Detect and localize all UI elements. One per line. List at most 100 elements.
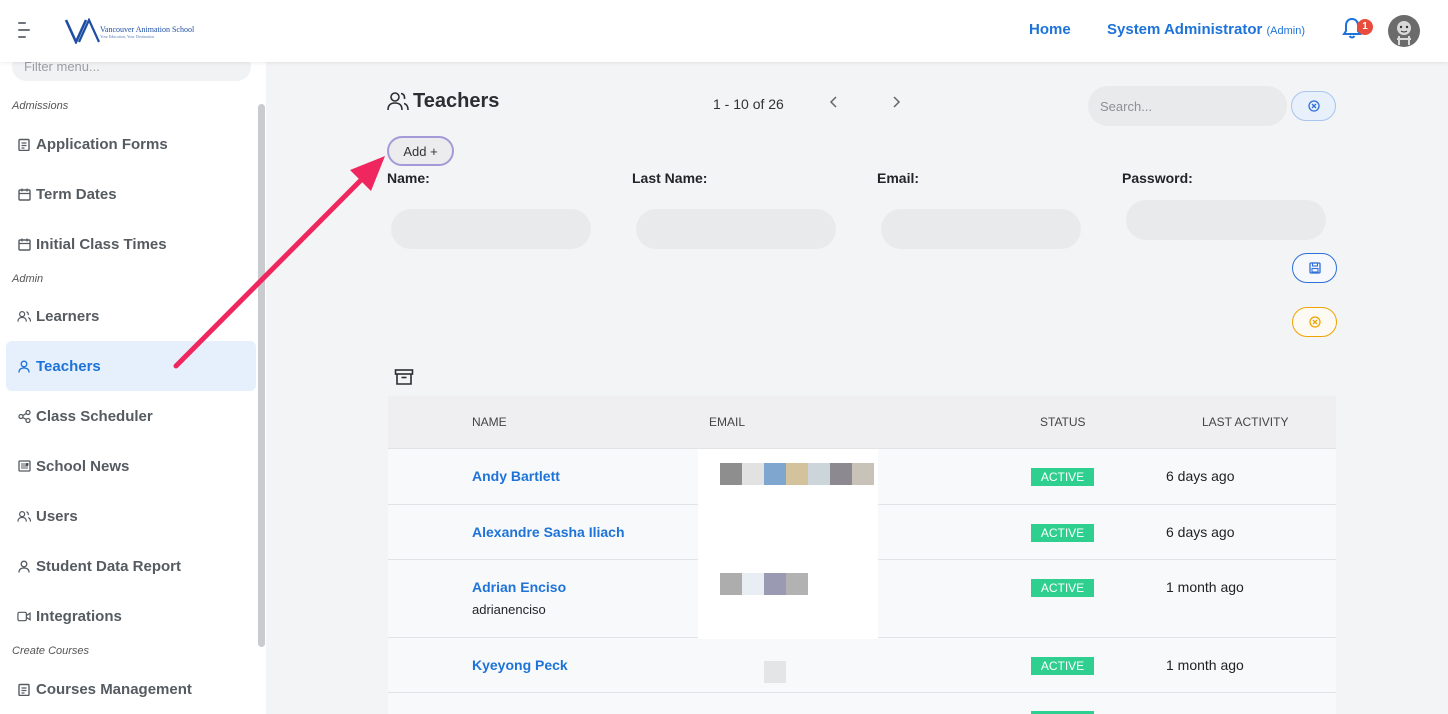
sidebar: Filter menu... Admissions Application Fo… [0, 52, 266, 714]
avatar[interactable] [1388, 15, 1420, 47]
table-row[interactable] [388, 692, 1336, 714]
sidebar-item-student-data-report[interactable]: Student Data Report [6, 541, 256, 591]
pagination-range: 1 - 10 of 26 [713, 96, 784, 112]
sidebar-item-teachers[interactable]: Teachers [6, 341, 256, 391]
status-badge: ACTIVE [1031, 524, 1094, 542]
redacted-email-block [830, 463, 852, 485]
nav-home-link[interactable]: Home [1029, 21, 1071, 38]
notification-badge: 1 [1357, 19, 1373, 35]
section-admin: Admin [12, 273, 44, 285]
last-activity: 6 days ago [1166, 524, 1235, 540]
calendar-icon [17, 237, 31, 251]
user-icon [17, 359, 31, 373]
sidebar-scrollbar[interactable] [258, 104, 265, 647]
sidebar-item-label: Users [36, 507, 78, 525]
email-label: Email: [877, 170, 920, 186]
chevron-right-icon[interactable] [891, 95, 901, 112]
sidebar-item-label: Class Scheduler [36, 407, 153, 425]
redacted-email-block [742, 463, 764, 485]
sidebar-item-initial-class-times[interactable]: Initial Class Times [6, 219, 256, 269]
table-row[interactable]: Kyeyong Peck ACTIVE 1 month ago [388, 637, 1336, 692]
logo-text: Vancouver Animation School [100, 25, 195, 34]
last-name-field[interactable] [636, 209, 836, 249]
sidebar-item-school-news[interactable]: School News [6, 441, 256, 491]
add-teacher-button[interactable]: Add + [387, 136, 454, 166]
last-activity: 1 month ago [1166, 657, 1244, 673]
save-button[interactable] [1292, 253, 1337, 283]
chevron-left-icon[interactable] [829, 95, 839, 112]
calendar-icon [17, 187, 31, 201]
sidebar-item-application-forms[interactable]: Application Forms [6, 119, 256, 169]
status-badge: ACTIVE [1031, 468, 1094, 486]
password-field[interactable] [1126, 200, 1326, 240]
sidebar-item-learners[interactable]: Learners [6, 291, 256, 341]
sidebar-item-label: School News [36, 457, 130, 475]
teacher-name-link[interactable]: Andy Bartlett [472, 468, 560, 484]
status-badge: ACTIVE [1031, 579, 1094, 597]
column-header-email[interactable]: EMAIL [709, 415, 745, 429]
name-label: Name: [387, 170, 430, 186]
section-admissions: Admissions [12, 100, 69, 112]
redacted-email-block [786, 463, 808, 485]
user-name: System Administrator [1107, 21, 1263, 38]
sidebar-item-label: Integrations [36, 607, 122, 625]
column-header-status[interactable]: STATUS [1040, 415, 1086, 429]
sidebar-item-label: Learners [36, 307, 100, 325]
menu-toggle-icon[interactable] [18, 22, 32, 40]
teachers-table: NAME EMAIL STATUS LAST ACTIVITY Andy Bar… [388, 396, 1336, 714]
teacher-name-link[interactable]: Kyeyong Peck [472, 657, 568, 673]
redacted-email-block [742, 573, 764, 595]
top-bar: Vancouver Animation School Your Educatio… [0, 0, 1448, 62]
users-icon [17, 509, 31, 523]
sidebar-item-users[interactable]: Users [6, 491, 256, 541]
teacher-name-link[interactable]: Adrian Enciso [472, 579, 566, 595]
save-icon [1308, 262, 1321, 274]
clipboard-icon [17, 682, 31, 696]
archive-icon[interactable] [394, 368, 414, 386]
sidebar-item-label: Teachers [36, 357, 101, 375]
sidebar-item-label: Courses Management [36, 680, 192, 698]
clear-search-button[interactable] [1291, 91, 1336, 121]
last-activity: 6 days ago [1166, 468, 1235, 484]
redacted-email-block [720, 573, 742, 595]
sidebar-item-label: Application Forms [36, 135, 168, 153]
status-badge: ACTIVE [1031, 657, 1094, 675]
redacted-email-block [720, 463, 742, 485]
search-input[interactable] [1088, 86, 1287, 126]
clipboard-icon [17, 137, 31, 151]
section-create-courses: Create Courses [12, 645, 90, 657]
table-header: NAME EMAIL STATUS LAST ACTIVITY [388, 396, 1336, 448]
redacted-email-block [764, 463, 786, 485]
redacted-email-block [764, 573, 786, 595]
close-circle-icon [1307, 100, 1320, 112]
logo-subtitle: Your Education, Your Destination [100, 34, 155, 39]
close-circle-icon [1308, 316, 1321, 328]
teacher-name-link[interactable]: Alexandre Sasha Iliach [472, 524, 625, 540]
users-icon [17, 309, 31, 323]
user-icon [17, 559, 31, 573]
user-role: (Admin) [1266, 25, 1306, 37]
name-field[interactable] [391, 209, 591, 249]
column-header-last-activity[interactable]: LAST ACTIVITY [1202, 415, 1288, 429]
nav-user-menu[interactable]: System Administrator (Admin) [1107, 21, 1305, 38]
sidebar-item-term-dates[interactable]: Term Dates [6, 169, 256, 219]
newspaper-icon [17, 459, 31, 473]
sidebar-item-label: Initial Class Times [36, 235, 167, 253]
cancel-button[interactable] [1292, 307, 1337, 337]
last-activity: 1 month ago [1166, 579, 1244, 595]
redacted-email-block [808, 463, 830, 485]
redacted-email-block [764, 661, 786, 683]
share-icon [17, 409, 31, 423]
teacher-username: adrianenciso [472, 602, 546, 617]
sidebar-item-class-scheduler[interactable]: Class Scheduler [6, 391, 256, 441]
sidebar-item-courses-management[interactable]: Courses Management [6, 664, 256, 714]
sidebar-item-integrations[interactable]: Integrations [6, 591, 256, 641]
video-icon [17, 609, 31, 623]
avatar-face-icon [1397, 21, 1411, 45]
users-icon [387, 92, 409, 111]
page-title: Teachers [413, 90, 500, 112]
redacted-email-block [852, 463, 874, 485]
column-header-name[interactable]: NAME [472, 415, 507, 429]
email-field[interactable] [881, 209, 1081, 249]
sidebar-item-label: Term Dates [36, 185, 117, 203]
